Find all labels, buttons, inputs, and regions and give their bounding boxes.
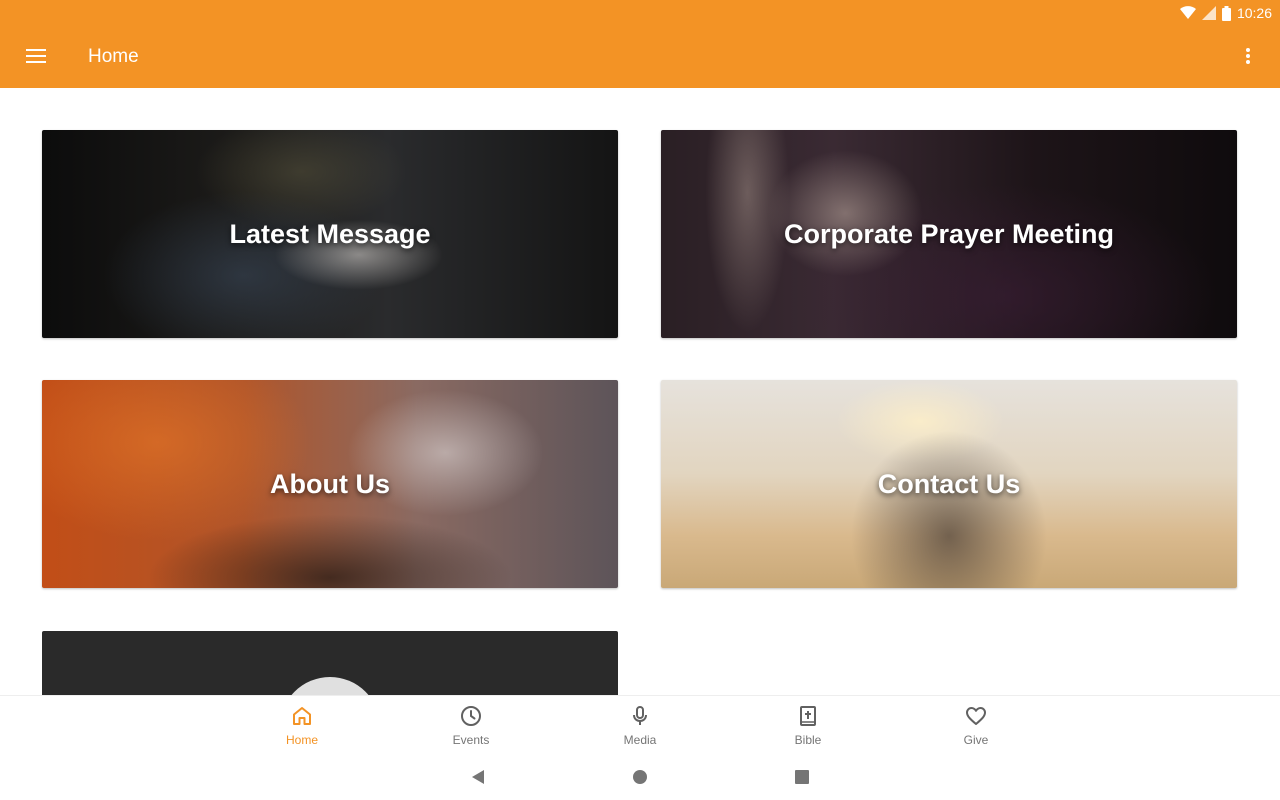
- bible-icon: [800, 706, 816, 726]
- card-label: Contact Us: [877, 468, 1021, 499]
- back-icon[interactable]: [466, 765, 490, 789]
- microphone-icon: [633, 706, 647, 725]
- card-about-us[interactable]: About Us: [42, 380, 618, 588]
- home-content: Latest Message Corporate Prayer Meeting …: [0, 88, 1280, 695]
- card-corporate-prayer-meeting[interactable]: Corporate Prayer Meeting: [661, 130, 1237, 338]
- nav-label: Bible: [794, 733, 822, 747]
- home-icon: [293, 707, 311, 725]
- nav-item-media[interactable]: Media: [580, 704, 700, 748]
- clock-icon: [461, 706, 481, 726]
- heart-icon: [966, 707, 986, 725]
- system-navigation-bar: [0, 751, 1280, 800]
- nav-label: Home: [285, 733, 318, 747]
- nav-item-home[interactable]: Home: [242, 704, 362, 748]
- nav-label: Events: [452, 733, 490, 747]
- hamburger-menu-icon[interactable]: [20, 40, 52, 72]
- app-bar: 10:26 Home: [0, 0, 1280, 88]
- status-time: 10:26: [1236, 5, 1272, 21]
- card-contact-us[interactable]: Contact Us: [661, 380, 1237, 588]
- more-vert-icon[interactable]: [1234, 40, 1262, 72]
- card-label: Corporate Prayer Meeting: [783, 218, 1115, 249]
- nav-label: Media: [623, 733, 657, 747]
- bottom-navigation: Home Events Media Bible Give: [0, 695, 1280, 751]
- card-partial[interactable]: [42, 631, 618, 695]
- card-label: About Us: [270, 468, 390, 499]
- battery-icon: [1221, 5, 1231, 21]
- nav-label: Give: [963, 733, 989, 747]
- recents-icon[interactable]: [790, 765, 814, 789]
- card-label: Latest Message: [229, 218, 431, 249]
- page-title: Home: [88, 46, 139, 67]
- status-bar: 10:26: [1179, 3, 1272, 23]
- wifi-icon: [1179, 6, 1196, 20]
- cell-signal-icon: [1201, 6, 1216, 20]
- nav-item-events[interactable]: Events: [411, 704, 531, 748]
- nav-item-give[interactable]: Give: [916, 704, 1036, 748]
- nav-item-bible[interactable]: Bible: [748, 704, 868, 748]
- card-avatar-circle: [280, 677, 380, 695]
- card-latest-message[interactable]: Latest Message: [42, 130, 618, 338]
- home-circle-icon[interactable]: [628, 765, 652, 789]
